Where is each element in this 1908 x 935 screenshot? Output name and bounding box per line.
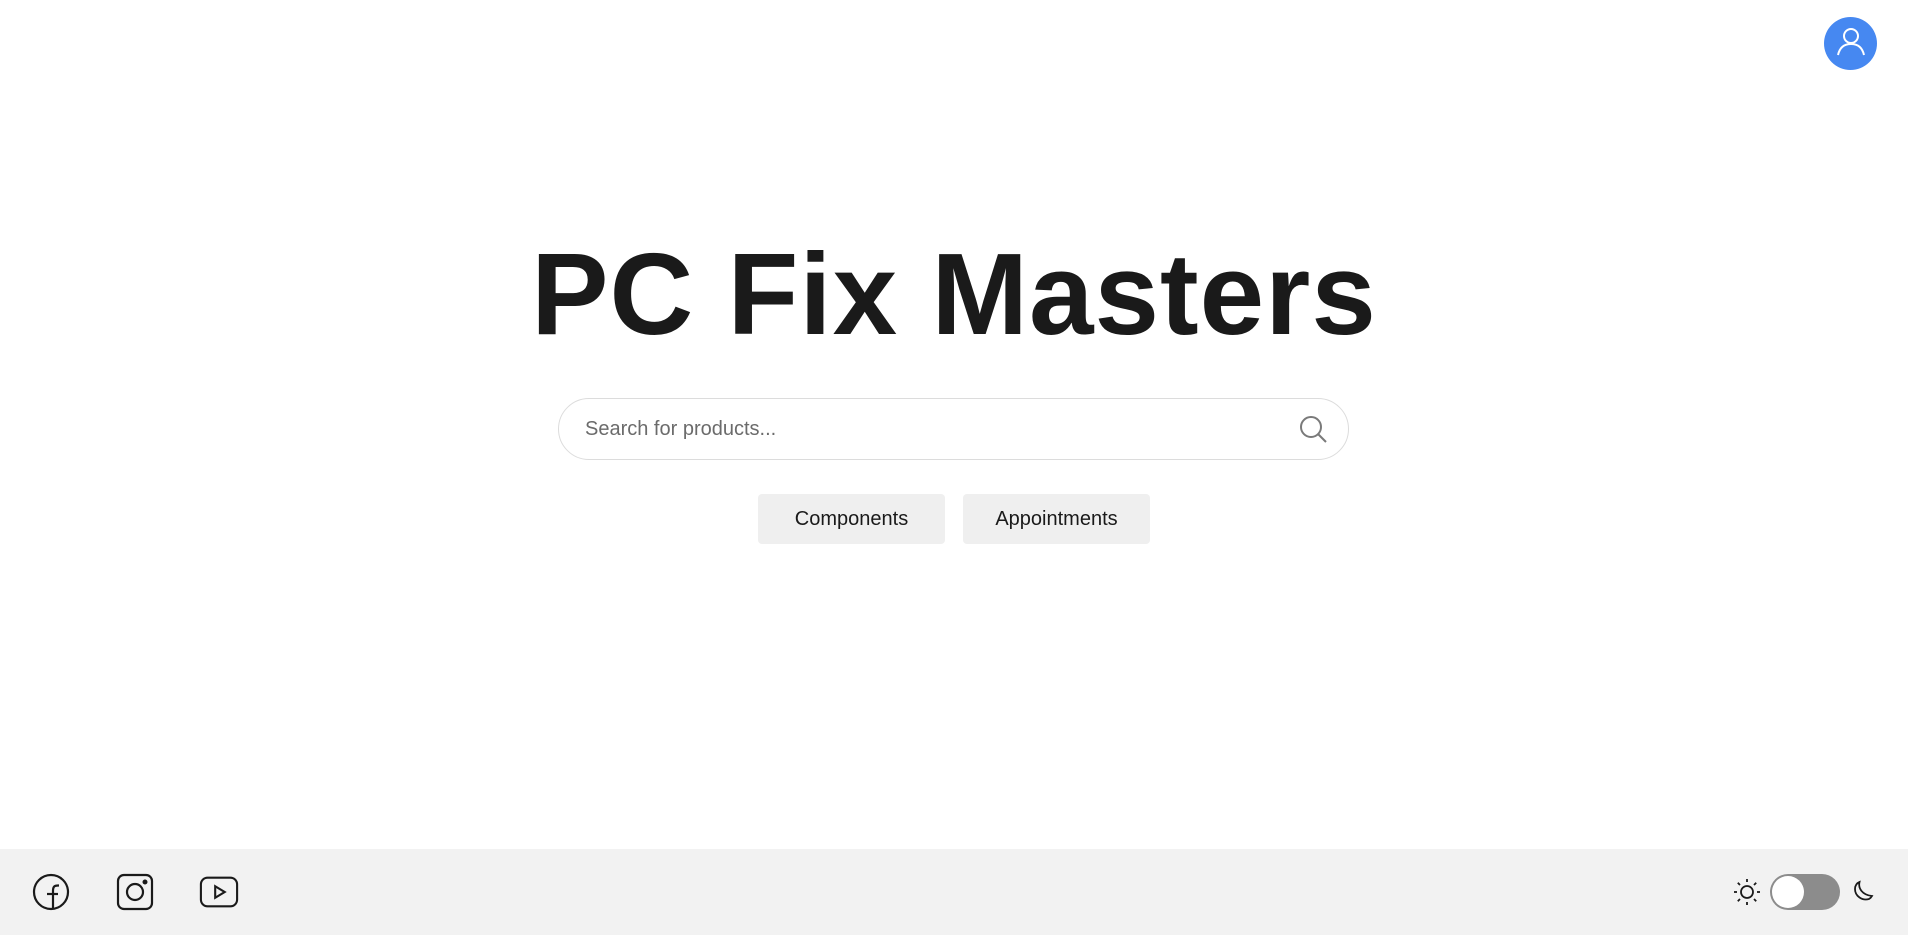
page-title: PC Fix Masters — [531, 229, 1377, 359]
search-icon[interactable] — [1296, 412, 1330, 446]
moon-icon — [1848, 877, 1878, 907]
user-icon — [1834, 24, 1868, 63]
theme-switch — [1732, 874, 1878, 910]
page: PC Fix Masters Components Appointments — [0, 0, 1908, 935]
components-button[interactable]: Components — [758, 494, 945, 544]
toggle-knob — [1772, 876, 1804, 908]
sun-icon — [1732, 877, 1762, 907]
social-links — [31, 872, 239, 912]
search-bar[interactable] — [558, 398, 1349, 460]
nav-buttons: Components Appointments — [0, 494, 1908, 544]
youtube-icon[interactable] — [199, 872, 239, 912]
appointments-button[interactable]: Appointments — [963, 494, 1150, 544]
instagram-icon[interactable] — [115, 872, 155, 912]
search-input[interactable] — [585, 399, 1296, 459]
user-avatar-button[interactable] — [1824, 17, 1877, 70]
footer — [0, 849, 1908, 935]
dark-mode-toggle[interactable] — [1770, 874, 1840, 910]
facebook-icon[interactable] — [31, 872, 71, 912]
